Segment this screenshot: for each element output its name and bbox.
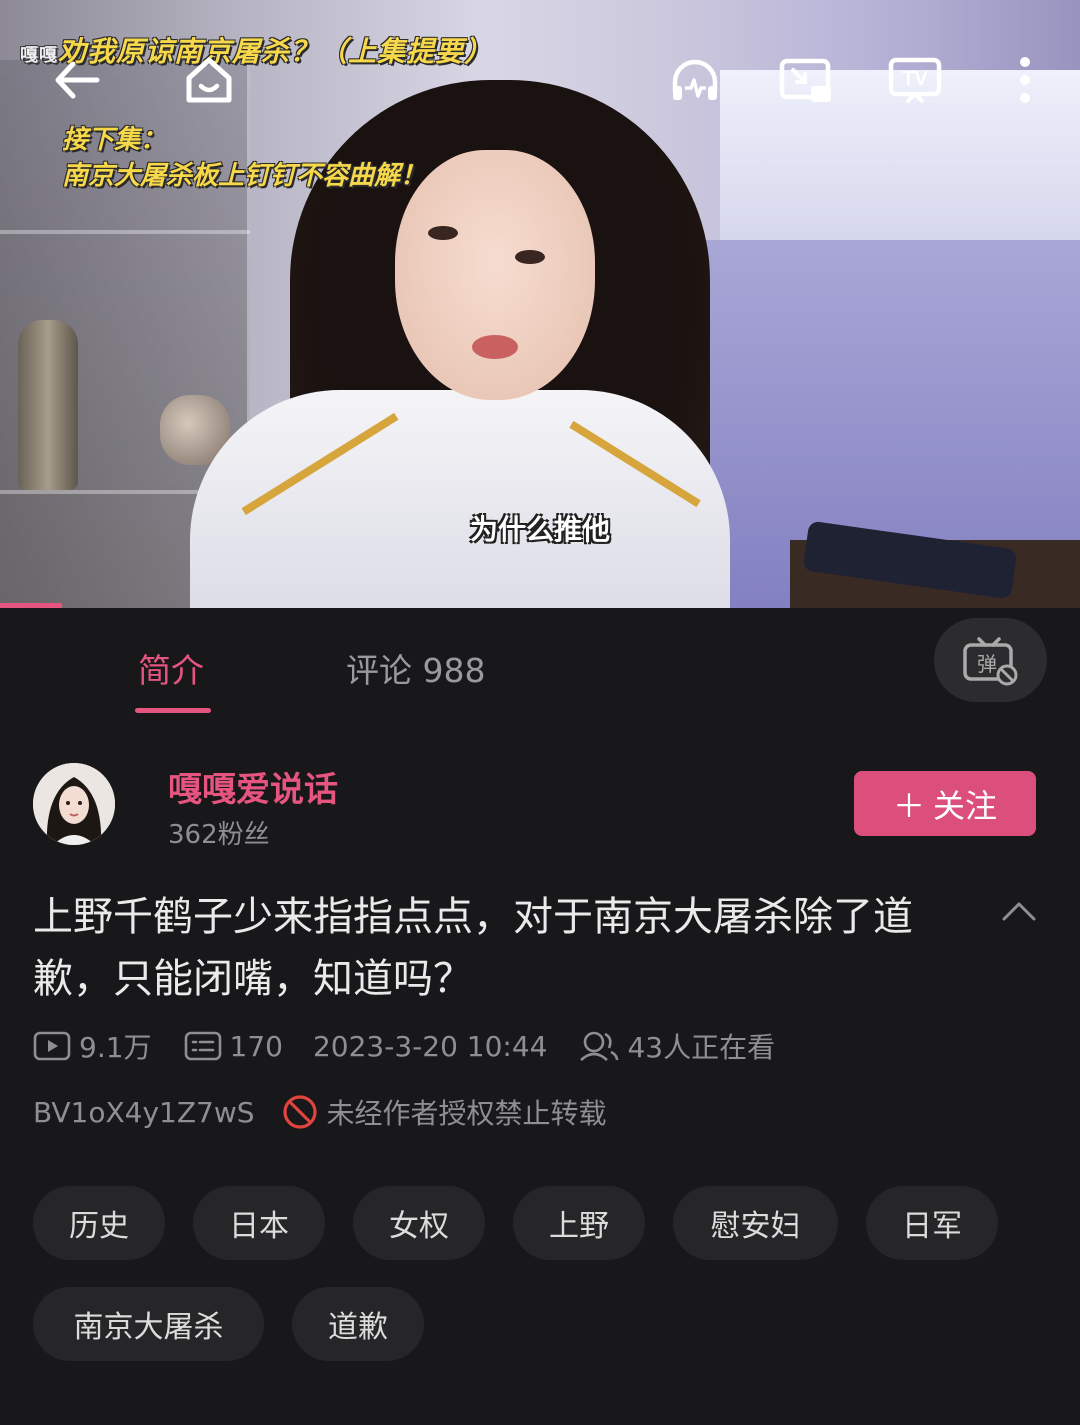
danmaku-stat: 170 (184, 1030, 283, 1063)
follow-button[interactable]: ＋ 关注 (854, 771, 1036, 836)
tag-chip[interactable]: 道歉 (292, 1287, 424, 1361)
watching-stat: 43人正在看 (579, 1026, 775, 1066)
tag-chip[interactable]: 上野 (513, 1186, 645, 1260)
video-background-teapot (18, 320, 78, 490)
tag-chip[interactable]: 南京大屠杀 (33, 1287, 264, 1361)
svg-text:TV: TV (902, 68, 928, 90)
video-overlay-next-episode: 接下集： 南京大屠杀板上钉钉不容曲解！ (62, 125, 427, 191)
danmaku-toggle-button[interactable]: 弹 (934, 618, 1047, 702)
no-repost-icon (282, 1095, 317, 1129)
danmaku-count-icon (184, 1031, 221, 1061)
tag-chip[interactable]: 慰安妇 (673, 1186, 838, 1260)
more-vertical-icon (1020, 57, 1030, 103)
headphones-icon (672, 59, 718, 100)
author-name[interactable]: 嘎嘎爱说话 (168, 762, 338, 811)
plus-icon: ＋ (892, 786, 925, 825)
picture-in-picture-button[interactable] (773, 50, 837, 110)
back-button[interactable] (45, 50, 109, 110)
copyright-notice: 未经作者授权禁止转载 (326, 1097, 607, 1130)
video-person-mouth (472, 335, 518, 359)
author-fans-count: 362粉丝 (168, 820, 270, 850)
picture-in-picture-icon (779, 58, 831, 102)
audio-mode-button[interactable] (663, 50, 727, 110)
bvid[interactable]: BV1oX4y1Z7wS (33, 1096, 255, 1129)
tag-chip[interactable]: 女权 (353, 1186, 485, 1260)
publish-time: 2023-3-20 10:44 (312, 1029, 548, 1063)
tag-chip[interactable]: 历史 (33, 1186, 165, 1260)
tv-cast-button[interactable]: TV (883, 50, 947, 110)
danmaku-count: 170 (229, 1029, 283, 1063)
video-person-jacket (190, 390, 730, 608)
avatar-image (33, 763, 115, 845)
follow-button-label: 关注 (933, 786, 998, 825)
views-stat: 9.1万 (33, 1026, 152, 1066)
video-person-eye (428, 226, 458, 240)
svg-text:弹: 弹 (977, 652, 997, 676)
video-player[interactable]: 嘎嘎劝我原谅南京屠杀？（上集提要） 接下集： 南京大屠杀板上钉钉不容曲解！ 为什… (0, 0, 1080, 608)
home-button[interactable] (177, 50, 241, 110)
chevron-up-icon[interactable] (1000, 895, 1038, 925)
danmaku-off-icon: 弹 (962, 637, 1017, 686)
tab-bar: 简介 评论 988 弹 (0, 608, 1080, 720)
author-avatar[interactable] (33, 763, 115, 845)
tag-chip[interactable]: 日军 (866, 1186, 998, 1260)
home-icon (186, 57, 232, 103)
people-watching-icon (580, 1031, 619, 1061)
back-arrow-icon (55, 61, 100, 99)
views-count: 9.1万 (79, 1031, 152, 1064)
video-stats: 9.1万 170 2023-3-20 10:44 43人正在看 (33, 1026, 775, 1066)
play-count-icon (33, 1031, 71, 1061)
tab-comments[interactable]: 评论 988 (346, 644, 485, 692)
video-id-row: BV1oX4y1Z7wS 未经作者授权禁止转载 (33, 1092, 607, 1132)
tv-cast-icon: TV (888, 57, 942, 104)
more-options-button[interactable] (993, 50, 1057, 110)
video-title: 上野千鹤子少来指指点点，对于南京大屠杀除了道歉，只能闭嘴，知道吗？ (33, 894, 913, 1002)
watching-count: 43人正在看 (627, 1031, 776, 1064)
tag-chip[interactable]: 日本 (193, 1186, 325, 1260)
tab-active-indicator (135, 708, 211, 713)
video-person-eye (515, 250, 545, 264)
tab-intro[interactable]: 简介 (138, 644, 204, 692)
video-subtitle: 为什么推他 (469, 513, 610, 546)
